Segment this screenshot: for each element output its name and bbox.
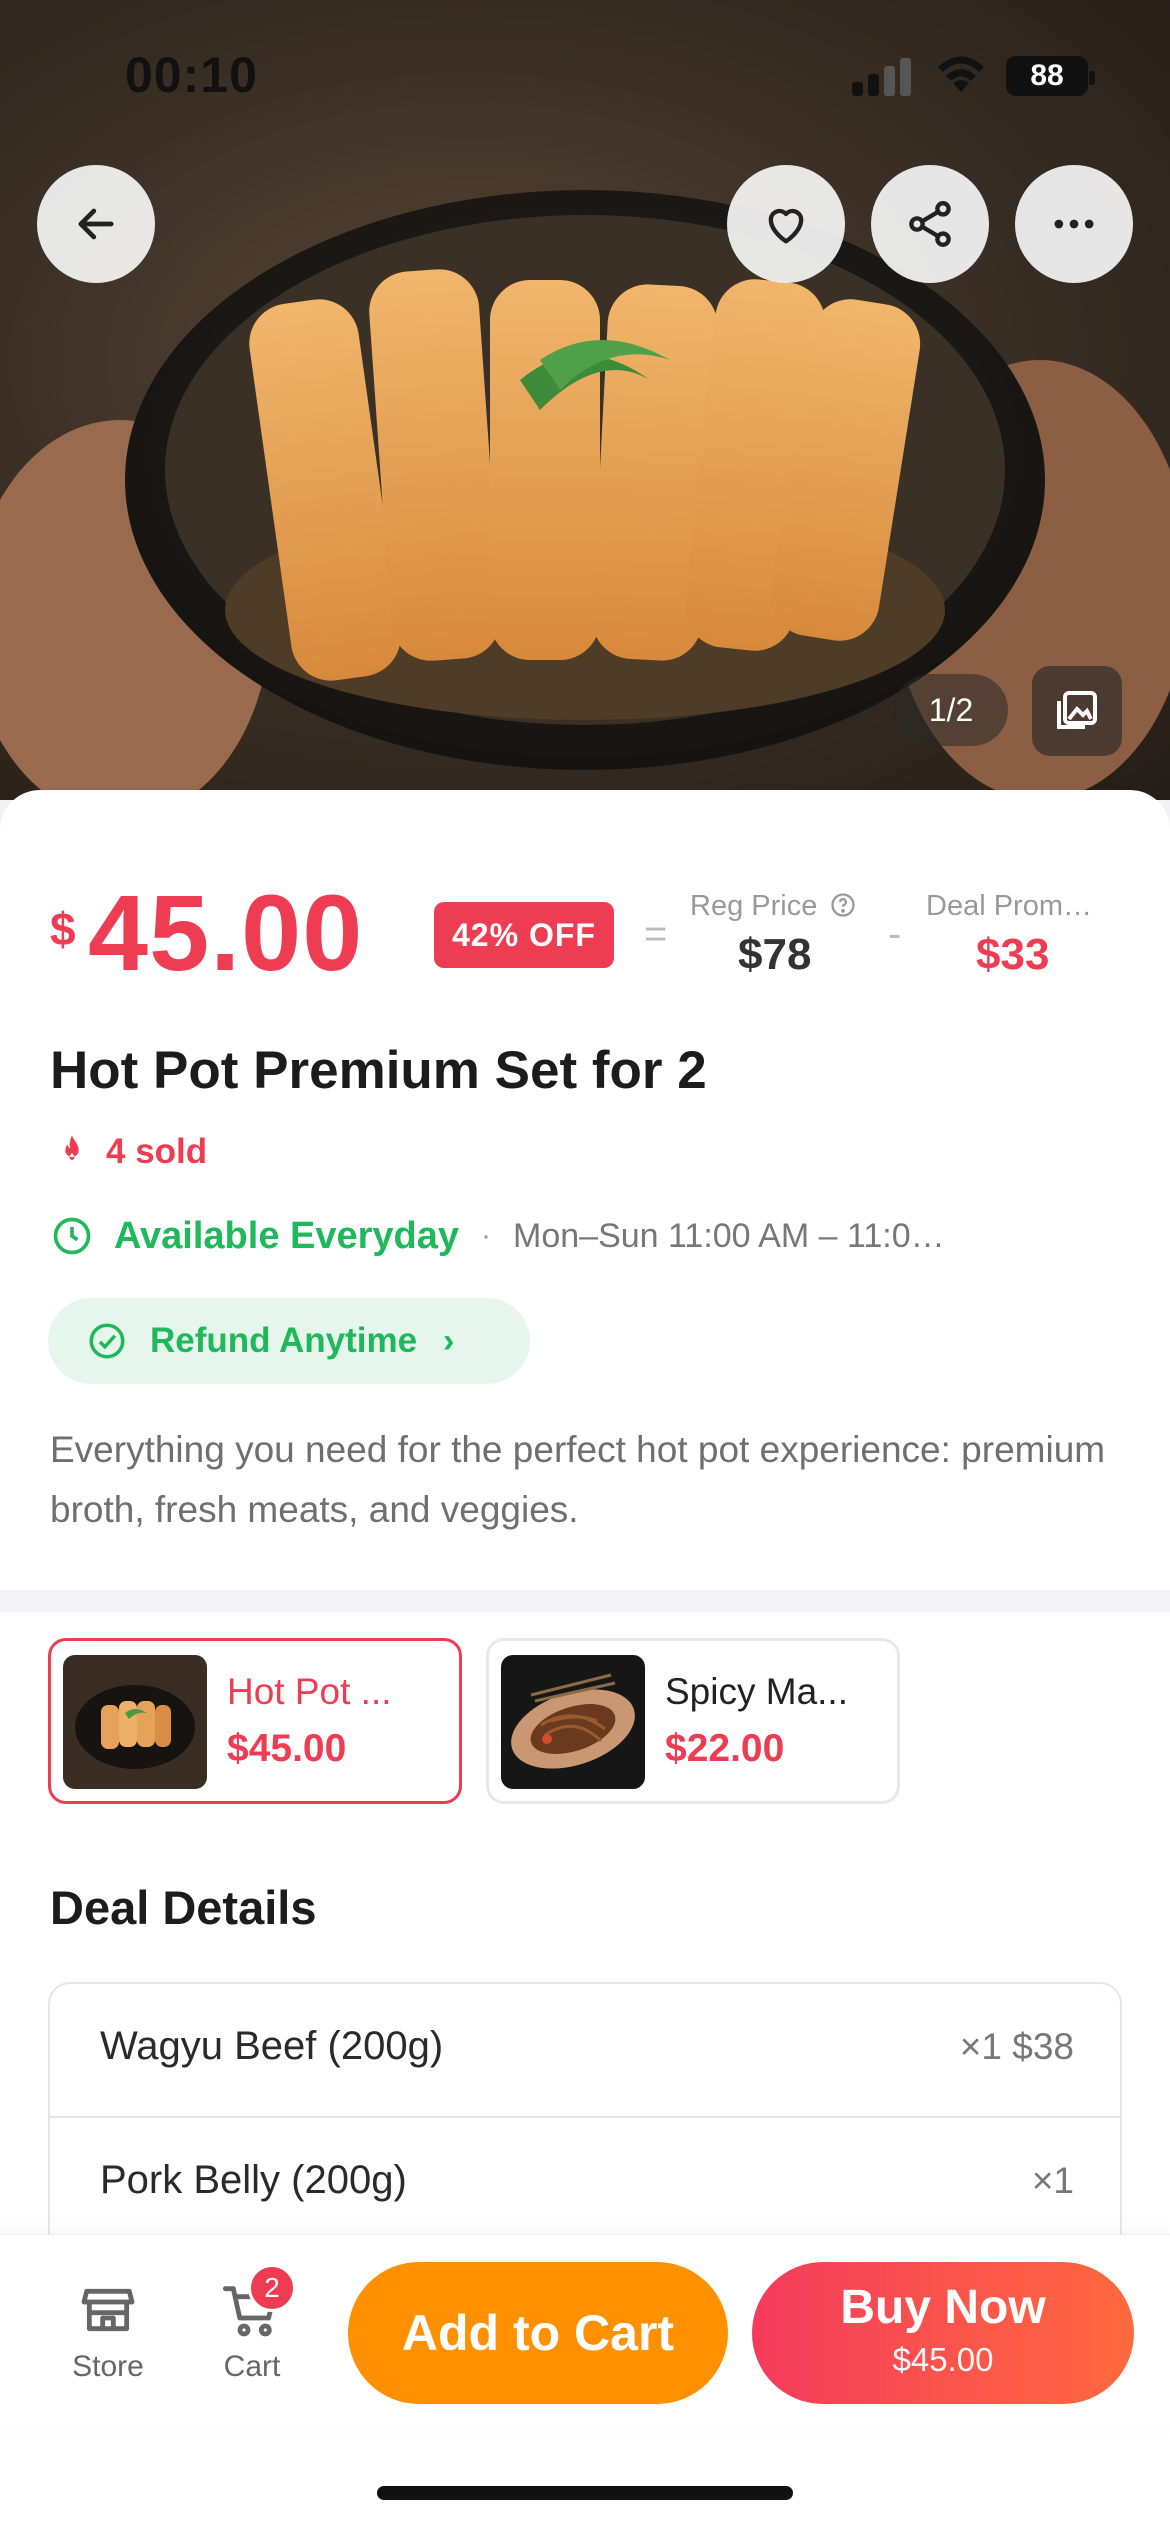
price-currency: $ (50, 903, 76, 955)
discount-badge: 42% OFF (434, 902, 614, 968)
variant-option-spicy[interactable]: Spicy Ma... $22.00 (486, 1638, 900, 1804)
product-description: Everything you need for the perfect hot … (50, 1429, 1106, 1530)
item-name: Pork Belly (200g) (100, 2158, 407, 2202)
buy-now-label: Buy Now (840, 2281, 1046, 2334)
item-quantity-price: ×1 (1031, 2160, 1074, 2201)
chevron-right-icon: › (443, 1321, 455, 1360)
gallery-button[interactable] (1032, 666, 1122, 756)
variant-option-hot-pot[interactable]: Hot Pot ... $45.00 (48, 1638, 462, 1804)
add-to-cart-button[interactable]: Add to Cart (348, 2262, 728, 2404)
variant-price: $22.00 (665, 1727, 785, 1770)
cellular-signal-icon (852, 56, 912, 96)
deal-details-title: Deal Details (50, 1881, 317, 1934)
help-circle-icon (831, 893, 856, 917)
gallery-icon (1057, 691, 1097, 729)
deal-promotion-label: Deal Promotion (926, 890, 1106, 922)
availability-row: Available Everyday · Mon–Sun 11:00 AM – … (50, 1214, 963, 1258)
reg-price-label-text: Reg Price (690, 890, 818, 922)
status-time: 00:10 (125, 47, 258, 103)
availability-hours: Mon–Sun 11:00 AM – 11:00 PM (513, 1216, 964, 1255)
product-title: Hot Pot Premium Set for 2 (50, 1041, 707, 1100)
store-icon (81, 2288, 135, 2332)
availability-label: Available Everyday (114, 1214, 460, 1257)
item-name: Wagyu Beef (200g) (100, 2024, 444, 2068)
variant-thumbnail (63, 1655, 207, 1789)
list-item: Wagyu Beef (200g) ×1 $38 (50, 1984, 1120, 2118)
list-item: Pork Belly (200g) ×1 (50, 2118, 1120, 2252)
store-label: Store (72, 2350, 144, 2383)
check-circle-icon (89, 1323, 125, 1359)
deal-promotion-value: $33 (976, 930, 1050, 979)
share-icon (909, 201, 951, 247)
favorite-button[interactable] (727, 165, 845, 283)
equals-sign: = (644, 912, 668, 956)
fire-icon (65, 1135, 79, 1160)
refund-anytime-chip[interactable]: Refund Anytime › (48, 1298, 530, 1384)
reg-price-label[interactable]: Reg Price (690, 890, 857, 923)
availability-separator: · (481, 1219, 492, 1252)
product-detail-screen: 00:10 88 1/2 $ 45.00 42% OFF = Reg Price… (0, 0, 1170, 2532)
buy-now-button[interactable]: Buy Now $45.00 (752, 2262, 1134, 2404)
sold-count: 4 sold (52, 1132, 207, 1172)
status-bar: 00:10 88 (0, 0, 1170, 150)
cart-label: Cart (223, 2350, 281, 2383)
price-amount: 45.00 (88, 872, 364, 993)
product-hero-image[interactable]: 00:10 88 1/2 (0, 0, 1170, 800)
variant-name: Hot Pot ... (227, 1671, 392, 1712)
wifi-icon (938, 56, 984, 92)
heart-icon (768, 208, 804, 244)
refund-label: Refund Anytime (150, 1321, 418, 1360)
minus-sign: - (888, 912, 902, 956)
home-indicator[interactable] (377, 2486, 793, 2500)
battery-icon: 88 (1006, 56, 1095, 96)
store-button[interactable]: Store (43, 2278, 173, 2384)
variant-name: Spicy Ma... (665, 1671, 848, 1712)
variant-thumbnail (501, 1655, 645, 1789)
variant-price: $45.00 (227, 1727, 347, 1770)
image-counter: 1/2 (894, 674, 1008, 746)
buy-now-price: $45.00 (892, 2341, 994, 2378)
more-options-button[interactable] (1015, 165, 1133, 283)
back-button[interactable] (37, 165, 155, 283)
reg-price-value: $78 (738, 930, 812, 979)
share-button[interactable] (871, 165, 989, 283)
item-quantity-price: ×1 $38 (959, 2026, 1074, 2067)
ellipsis-icon (1054, 219, 1094, 229)
section-divider (0, 1590, 1170, 1612)
arrow-left-icon (78, 208, 114, 240)
clock-icon (53, 1217, 91, 1255)
sold-count-text: 4 sold (106, 1132, 208, 1171)
cart-count-badge: 2 (248, 2264, 296, 2312)
